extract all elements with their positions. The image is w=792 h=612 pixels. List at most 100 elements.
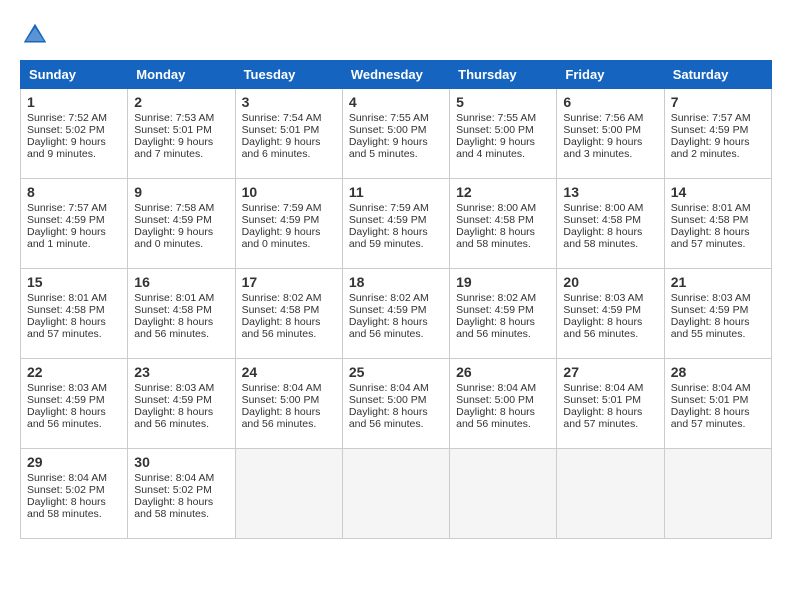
- day-info-line: and 55 minutes.: [671, 328, 765, 340]
- day-info-line: Sunset: 4:59 PM: [563, 304, 657, 316]
- day-info-line: Sunrise: 8:01 AM: [134, 292, 228, 304]
- day-info-line: and 56 minutes.: [134, 328, 228, 340]
- day-info-line: and 56 minutes.: [134, 418, 228, 430]
- day-info-line: Daylight: 8 hours: [456, 406, 550, 418]
- day-number: 8: [27, 184, 121, 200]
- day-number: 22: [27, 364, 121, 380]
- day-info-line: Daylight: 8 hours: [134, 316, 228, 328]
- day-info-line: Sunrise: 8:01 AM: [671, 202, 765, 214]
- day-info-line: Daylight: 8 hours: [27, 496, 121, 508]
- day-number: 2: [134, 94, 228, 110]
- day-info-line: Sunset: 5:02 PM: [27, 484, 121, 496]
- day-info-line: Sunset: 4:59 PM: [27, 214, 121, 226]
- day-info-line: Sunset: 4:59 PM: [349, 214, 443, 226]
- day-info-line: Sunset: 5:00 PM: [563, 124, 657, 136]
- day-number: 12: [456, 184, 550, 200]
- day-info-line: Daylight: 9 hours: [242, 136, 336, 148]
- day-cell-8: 8Sunrise: 7:57 AMSunset: 4:59 PMDaylight…: [21, 179, 128, 269]
- day-info-line: Sunrise: 7:53 AM: [134, 112, 228, 124]
- day-info-line: Sunrise: 8:04 AM: [456, 382, 550, 394]
- day-cell-24: 24Sunrise: 8:04 AMSunset: 5:00 PMDayligh…: [235, 359, 342, 449]
- day-info-line: and 7 minutes.: [134, 148, 228, 160]
- day-info-line: and 57 minutes.: [671, 238, 765, 250]
- day-cell-12: 12Sunrise: 8:00 AMSunset: 4:58 PMDayligh…: [450, 179, 557, 269]
- day-info-line: Daylight: 8 hours: [671, 226, 765, 238]
- day-cell-17: 17Sunrise: 8:02 AMSunset: 4:58 PMDayligh…: [235, 269, 342, 359]
- day-cell-28: 28Sunrise: 8:04 AMSunset: 5:01 PMDayligh…: [664, 359, 771, 449]
- day-info-line: Daylight: 9 hours: [134, 136, 228, 148]
- day-info-line: Sunrise: 7:55 AM: [456, 112, 550, 124]
- day-cell-26: 26Sunrise: 8:04 AMSunset: 5:00 PMDayligh…: [450, 359, 557, 449]
- logo-icon: [20, 20, 50, 50]
- day-info-line: and 0 minutes.: [134, 238, 228, 250]
- day-info-line: Daylight: 9 hours: [134, 226, 228, 238]
- day-info-line: Sunset: 4:58 PM: [671, 214, 765, 226]
- day-number: 4: [349, 94, 443, 110]
- day-number: 18: [349, 274, 443, 290]
- week-row-1: 1Sunrise: 7:52 AMSunset: 5:02 PMDaylight…: [21, 89, 772, 179]
- empty-cell: [342, 449, 449, 539]
- day-info-line: Sunset: 4:59 PM: [671, 124, 765, 136]
- day-info-line: Sunset: 5:01 PM: [242, 124, 336, 136]
- day-info-line: and 0 minutes.: [242, 238, 336, 250]
- day-info-line: Daylight: 9 hours: [456, 136, 550, 148]
- week-row-2: 8Sunrise: 7:57 AMSunset: 4:59 PMDaylight…: [21, 179, 772, 269]
- day-info-line: and 4 minutes.: [456, 148, 550, 160]
- day-cell-23: 23 Sunrise: 8:03 AMSunset: 4:59 PMDayligh…: [128, 359, 235, 449]
- day-info-line: Daylight: 8 hours: [134, 406, 228, 418]
- day-number: 23: [134, 364, 228, 380]
- day-number: 25: [349, 364, 443, 380]
- calendar-table: SundayMondayTuesdayWednesdayThursdayFrid…: [20, 60, 772, 539]
- day-cell-20: 20Sunrise: 8:03 AMSunset: 4:59 PMDayligh…: [557, 269, 664, 359]
- day-info-line: Sunrise: 8:02 AM: [242, 292, 336, 304]
- day-info-line: Daylight: 8 hours: [671, 316, 765, 328]
- day-info-line: and 6 minutes.: [242, 148, 336, 160]
- day-info-line: Sunrise: 7:59 AM: [242, 202, 336, 214]
- day-info-line: Sunrise: 8:04 AM: [563, 382, 657, 394]
- day-info-line: and 56 minutes.: [563, 328, 657, 340]
- day-info-line: and 57 minutes.: [563, 418, 657, 430]
- day-info-line: Sunrise: 8:00 AM: [563, 202, 657, 214]
- day-cell-4: 4Sunrise: 7:55 AMSunset: 5:00 PMDaylight…: [342, 89, 449, 179]
- day-info-line: Sunset: 4:59 PM: [134, 394, 228, 406]
- empty-cell: [664, 449, 771, 539]
- week-row-3: 15Sunrise: 8:01 AMSunset: 4:58 PMDayligh…: [21, 269, 772, 359]
- day-number: 27: [563, 364, 657, 380]
- day-number: 7: [671, 94, 765, 110]
- day-cell-5: 5Sunrise: 7:55 AMSunset: 5:00 PMDaylight…: [450, 89, 557, 179]
- day-info-line: Sunset: 5:01 PM: [671, 394, 765, 406]
- day-info-line: Sunset: 5:00 PM: [456, 394, 550, 406]
- week-row-4: 22Sunrise: 8:03 AMSunset: 4:59 PMDayligh…: [21, 359, 772, 449]
- empty-cell: [450, 449, 557, 539]
- day-info-line: Sunrise: 8:03 AM: [671, 292, 765, 304]
- day-info-line: Sunset: 5:01 PM: [563, 394, 657, 406]
- day-info-line: and 57 minutes.: [671, 418, 765, 430]
- day-number: 21: [671, 274, 765, 290]
- calendar-header-saturday: Saturday: [664, 61, 771, 89]
- day-info-line: Sunset: 4:59 PM: [349, 304, 443, 316]
- day-info-line: Sunrise: 8:04 AM: [134, 472, 228, 484]
- day-info-line: Sunrise: 8:03 AM: [27, 382, 121, 394]
- day-info-line: Daylight: 8 hours: [27, 316, 121, 328]
- day-info-line: and 56 minutes.: [456, 418, 550, 430]
- day-info-line: Sunrise: 8:02 AM: [349, 292, 443, 304]
- day-number: 3: [242, 94, 336, 110]
- day-info-line: Sunset: 5:00 PM: [242, 394, 336, 406]
- calendar-header-tuesday: Tuesday: [235, 61, 342, 89]
- day-info-line: Daylight: 8 hours: [563, 316, 657, 328]
- day-info-line: and 56 minutes.: [242, 418, 336, 430]
- day-info-line: Sunset: 4:58 PM: [456, 214, 550, 226]
- day-cell-15: 15Sunrise: 8:01 AMSunset: 4:58 PMDayligh…: [21, 269, 128, 359]
- day-info-line: and 1 minute.: [27, 238, 121, 250]
- day-info-line: Daylight: 9 hours: [349, 136, 443, 148]
- day-info-line: Sunset: 4:58 PM: [563, 214, 657, 226]
- day-info-line: Sunrise: 8:04 AM: [671, 382, 765, 394]
- day-number: 16: [134, 274, 228, 290]
- day-info-line: Sunrise: 7:54 AM: [242, 112, 336, 124]
- day-info-line: Daylight: 8 hours: [242, 406, 336, 418]
- day-cell-19: 19Sunrise: 8:02 AMSunset: 4:59 PMDayligh…: [450, 269, 557, 359]
- day-info-line: Sunrise: 7:55 AM: [349, 112, 443, 124]
- day-info-line: Sunrise: 8:03 AM: [134, 382, 228, 394]
- day-info-line: and 58 minutes.: [563, 238, 657, 250]
- day-info-line: Sunrise: 8:04 AM: [349, 382, 443, 394]
